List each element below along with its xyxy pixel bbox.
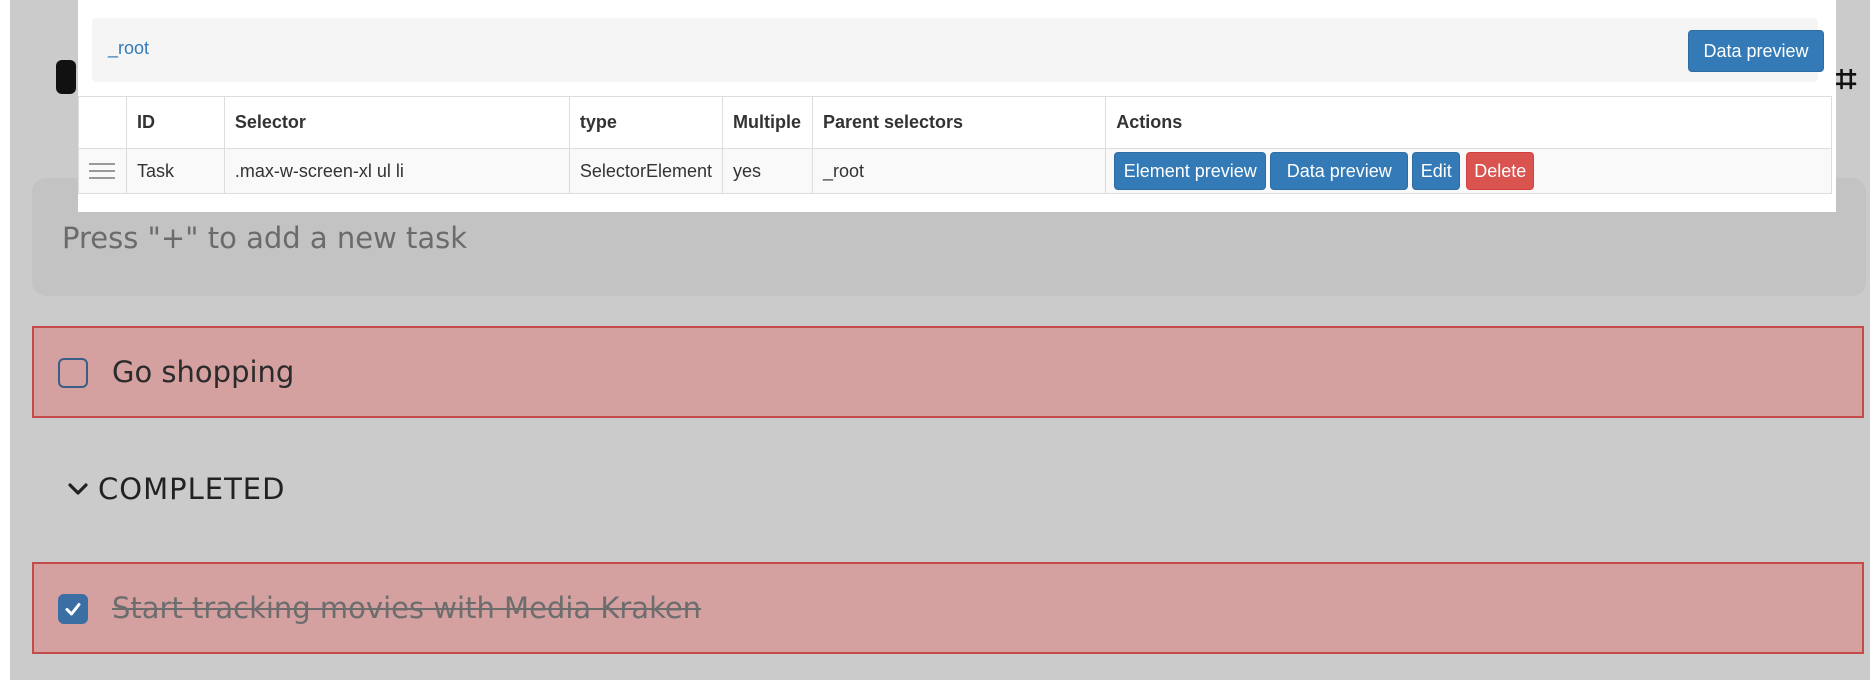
cell-id: Task (125, 148, 225, 194)
cell-multiple: yes (721, 148, 813, 194)
header-handle (78, 96, 127, 149)
task-checkbox[interactable] (58, 358, 88, 388)
row-data-preview-button[interactable]: Data preview (1270, 152, 1409, 190)
header-selector: Selector (223, 96, 570, 149)
header-actions: Actions (1105, 96, 1832, 149)
task-row-completed[interactable]: Start tracking movies with Media Kraken (32, 562, 1864, 654)
table-header-row: ID Selector type Multiple Parent selecto… (78, 96, 1832, 149)
header-type: type (568, 96, 723, 149)
cell-parent-selectors: _root (811, 148, 1107, 194)
cell-selector: .max-w-screen-xl ul li (223, 148, 570, 194)
task-row-go-shopping[interactable]: Go shopping (32, 326, 1864, 418)
delete-button[interactable]: Delete (1466, 152, 1535, 190)
title-fragment-left (56, 60, 76, 94)
completed-label: COMPLETED (98, 472, 286, 506)
breadcrumb-root-link[interactable]: _root (108, 38, 149, 59)
table-row: Task .max-w-screen-xl ul li SelectorElem… (78, 148, 1832, 194)
element-preview-button[interactable]: Element preview (1114, 152, 1267, 190)
task-label: Start tracking movies with Media Kraken (112, 591, 702, 625)
header-parent-selectors: Parent selectors (811, 96, 1107, 149)
data-preview-button[interactable]: Data preview (1688, 30, 1824, 72)
header-id: ID (125, 96, 225, 149)
title-fragment-right: ⌗ (1836, 59, 1857, 100)
task-checkbox-checked[interactable] (58, 594, 88, 624)
selector-table: ID Selector type Multiple Parent selecto… (78, 96, 1832, 194)
breadcrumb: _root Data preview (92, 18, 1824, 82)
web-scraper-panel: _root Data preview ID Selector type Mult… (78, 0, 1836, 212)
header-multiple: Multiple (721, 96, 813, 149)
edit-button[interactable]: Edit (1412, 152, 1461, 190)
drag-handle-icon (89, 163, 115, 179)
checkmark-icon (65, 603, 81, 616)
new-task-placeholder: Press "+" to add a new task (62, 221, 468, 255)
task-label: Go shopping (112, 355, 295, 389)
cell-actions: Element preview Data preview Edit Delete (1105, 148, 1832, 194)
completed-section-toggle[interactable]: COMPLETED (68, 472, 285, 506)
drag-handle[interactable] (78, 148, 127, 194)
chevron-down-icon (68, 483, 88, 495)
cell-type: SelectorElement (568, 148, 723, 194)
